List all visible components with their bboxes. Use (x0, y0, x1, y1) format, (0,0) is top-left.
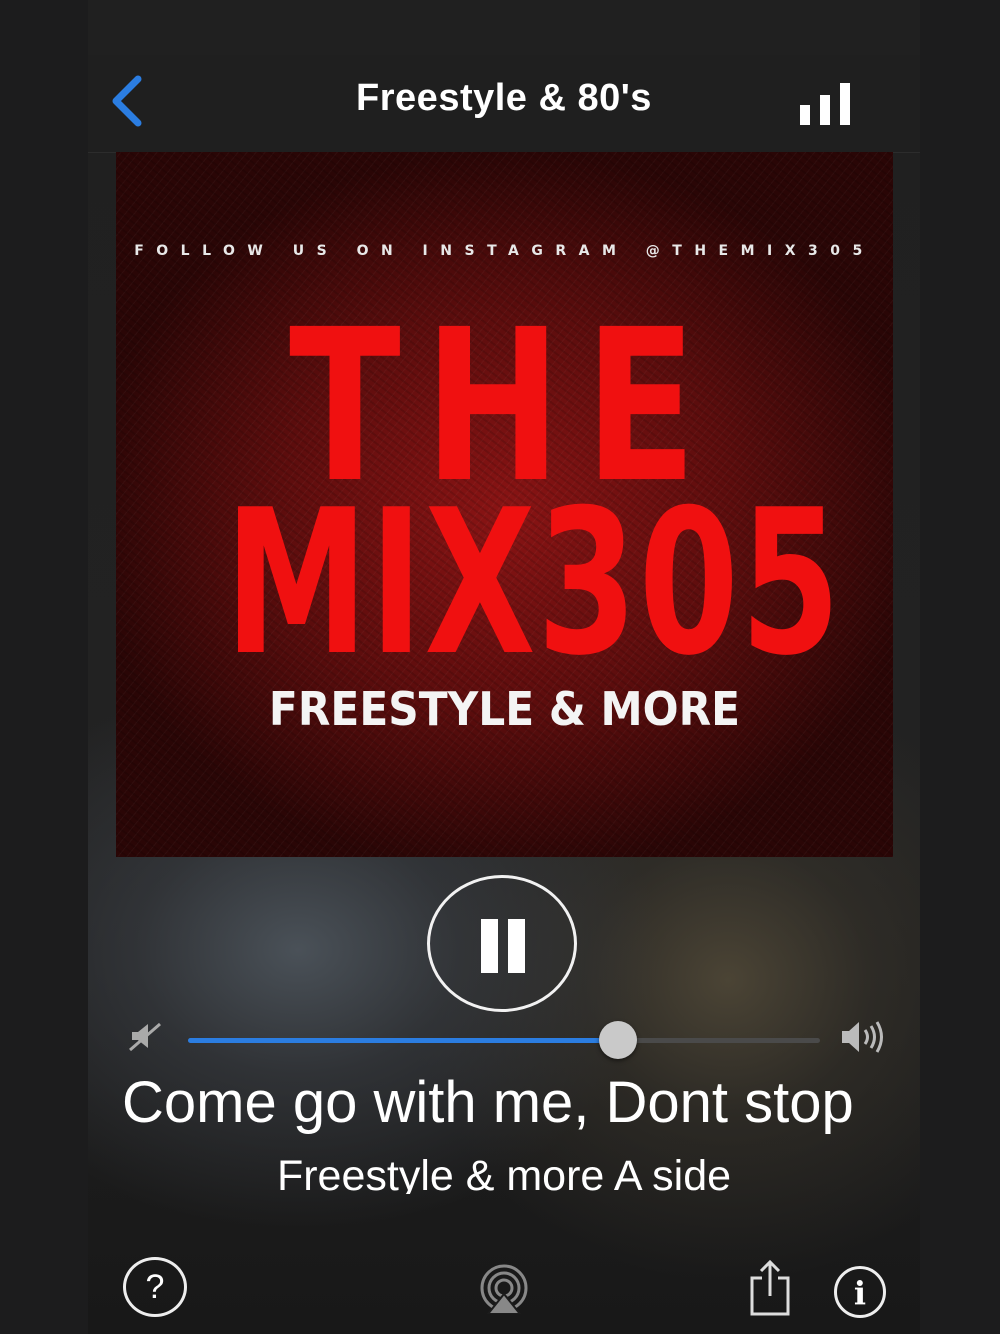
song-title: Come go with me, Dont stop (122, 1070, 854, 1135)
player-screen: Freestyle & 80's FOLLOW US ON INSTAGRAM … (88, 0, 920, 1334)
volume-slider[interactable] (188, 1021, 820, 1059)
help-button[interactable]: ? (123, 1257, 187, 1317)
artwork-follow-text: FOLLOW US ON INSTAGRAM @THEMIX305 (134, 243, 875, 259)
navigation-bar: Freestyle & 80's (88, 55, 920, 153)
share-icon[interactable] (748, 1258, 792, 1316)
airplay-icon[interactable] (476, 1264, 532, 1314)
song-subtitle: Freestyle & more A side (276, 1152, 732, 1194)
pause-icon (481, 919, 498, 973)
info-button[interactable]: i (834, 1266, 886, 1318)
artwork-subtitle: FREESTYLE & MORE (268, 682, 741, 736)
album-artwork: FOLLOW US ON INSTAGRAM @THEMIX305 THE MI… (116, 152, 893, 857)
pause-button[interactable] (427, 875, 577, 1012)
signal-bars-icon[interactable] (798, 81, 854, 125)
speaker-loud-icon (842, 1021, 883, 1053)
page-title: Freestyle & 80's (356, 77, 652, 119)
pause-icon (508, 919, 525, 973)
volume-knob[interactable] (598, 1021, 637, 1059)
speaker-mute-icon (129, 1022, 161, 1052)
artwork-title-line2: MIX305 (224, 467, 842, 700)
volume-fill (188, 1038, 618, 1043)
